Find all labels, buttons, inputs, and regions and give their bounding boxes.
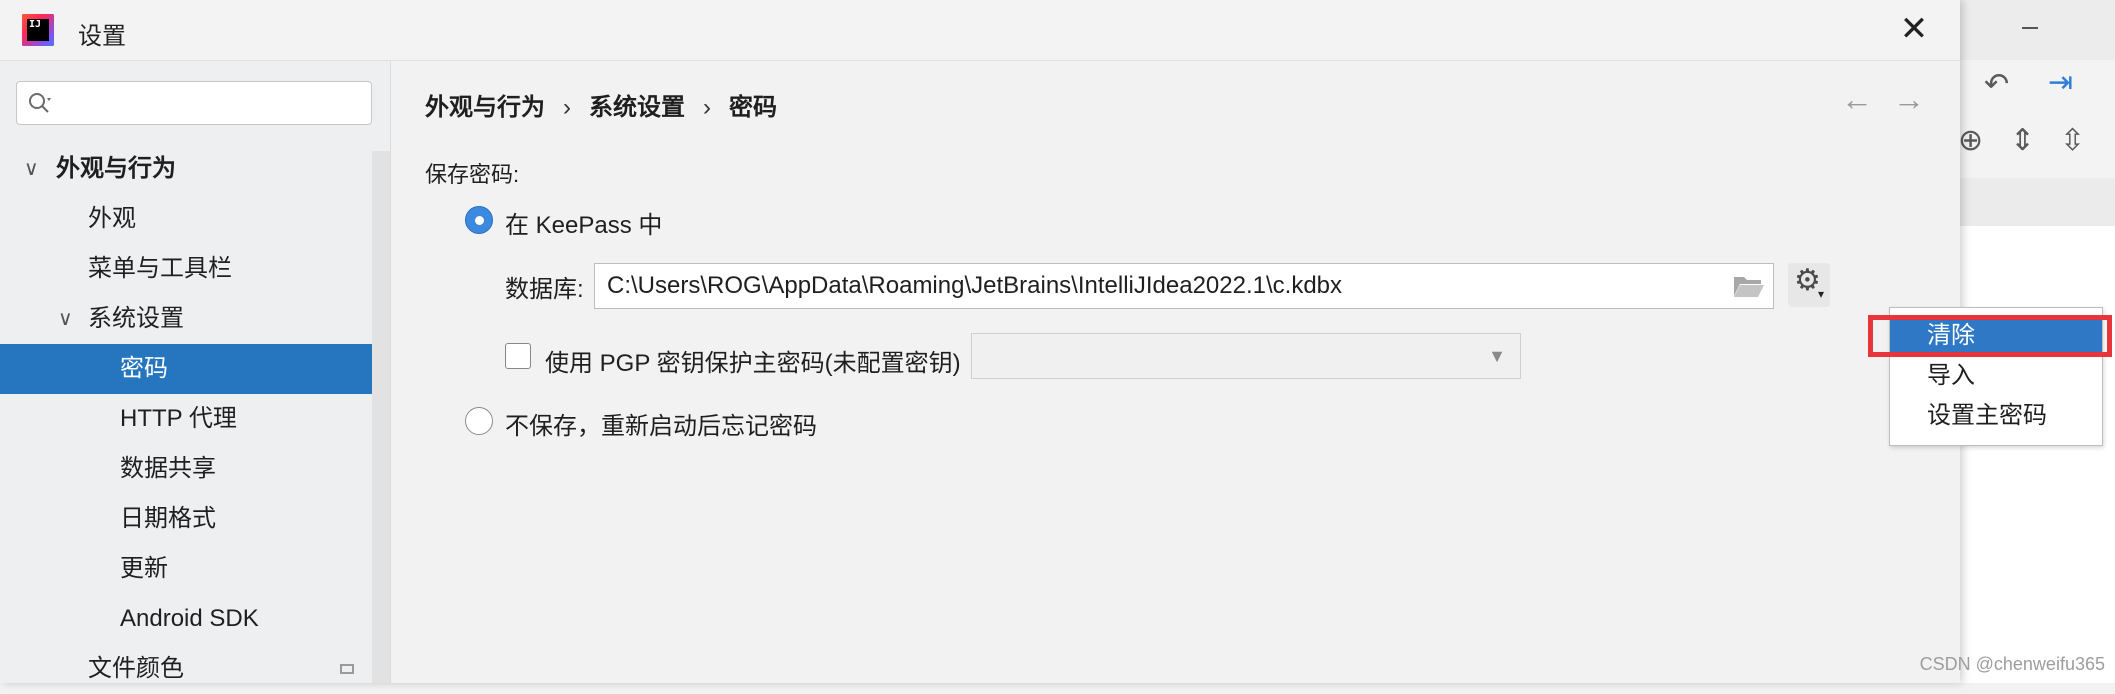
sidebar-item-label: HTTP 代理 bbox=[120, 405, 237, 432]
background-editor bbox=[1950, 226, 2115, 683]
close-button[interactable]: ✕ bbox=[1896, 12, 1932, 48]
menu-item-label: 导入 bbox=[1927, 362, 1975, 389]
search-icon bbox=[29, 93, 51, 113]
sidebar-item-http-proxy[interactable]: HTTP 代理 bbox=[0, 394, 390, 444]
sidebar-item-data-sharing[interactable]: 数据共享 bbox=[0, 444, 390, 494]
project-scope-icon bbox=[340, 664, 354, 674]
keepass-option-label[interactable]: 在 KeePass 中 bbox=[505, 205, 662, 240]
title-bar: IJ 设置 ✕ bbox=[0, 0, 1960, 61]
sidebar-item-appearance-behavior[interactable]: ∨ 外观与行为 bbox=[0, 144, 390, 194]
sidebar-scrollbar[interactable] bbox=[372, 151, 390, 683]
annotation-highlight-box bbox=[1868, 315, 2112, 357]
pgp-key-dropdown[interactable]: ▼ bbox=[971, 333, 1521, 379]
sidebar-item-label: 菜单与工具栏 bbox=[88, 255, 232, 282]
search-input[interactable] bbox=[61, 88, 365, 120]
background-tab-strip bbox=[1950, 178, 2115, 227]
settings-dialog: IJ 设置 ✕ ∨ 外观与行为 外观 菜单与工具栏 ∨ 系统设置 密码 HTTP… bbox=[0, 0, 1960, 683]
menu-item-set-master-password[interactable]: 设置主密码 bbox=[1890, 396, 2102, 436]
folder-icon[interactable] bbox=[1733, 274, 1765, 298]
pgp-checkbox[interactable] bbox=[505, 343, 531, 369]
sidebar-item-menus-toolbars[interactable]: 菜单与工具栏 bbox=[0, 244, 390, 294]
sidebar-item-label: 文件颜色 bbox=[88, 655, 184, 682]
sidebar-item-label: 密码 bbox=[120, 355, 168, 382]
target-icon[interactable]: ⊕ bbox=[1958, 126, 1983, 156]
pgp-option-label[interactable]: 使用 PGP 密钥保护主密码(未配置密钥) bbox=[545, 343, 961, 378]
minimize-icon[interactable] bbox=[2022, 27, 2038, 29]
database-path-field[interactable]: C:\Users\ROG\AppData\Roaming\JetBrains\I… bbox=[594, 263, 1774, 309]
background-title-bar bbox=[1950, 0, 2115, 60]
sidebar-item-label: Android SDK bbox=[120, 605, 259, 632]
save-passwords-label: 保存密码: bbox=[425, 162, 520, 187]
chevron-down-icon[interactable]: ∨ bbox=[24, 144, 39, 194]
gear-icon: ⚙ bbox=[1794, 264, 1821, 297]
sidebar-item-label: 数据共享 bbox=[120, 455, 216, 482]
intellij-logo-icon: IJ bbox=[22, 14, 54, 46]
gear-menu-button[interactable]: ⚙ ▾ bbox=[1788, 263, 1830, 307]
sidebar-item-label: 外观与行为 bbox=[56, 155, 176, 182]
sidebar-item-label: 系统设置 bbox=[88, 305, 184, 332]
menu-item-label: 设置主密码 bbox=[1927, 402, 2047, 429]
chevron-down-icon[interactable]: ∨ bbox=[58, 294, 73, 344]
menu-item-import[interactable]: 导入 bbox=[1890, 356, 2102, 396]
window-title: 设置 bbox=[78, 23, 126, 50]
keepass-radio[interactable] bbox=[465, 206, 493, 234]
expand-all-icon[interactable]: ⇕ bbox=[2010, 126, 2035, 156]
sidebar-item-date-formats[interactable]: 日期格式 bbox=[0, 494, 390, 544]
forward-arrow-icon[interactable]: → bbox=[1893, 83, 1925, 115]
chevron-down-icon: ▼ bbox=[1488, 346, 1506, 366]
database-label: 数据库: bbox=[505, 276, 584, 303]
back-arrow-icon[interactable]: ← bbox=[1841, 83, 1873, 115]
breadcrumb-item: 系统设置 bbox=[589, 94, 685, 121]
sidebar-item-label: 更新 bbox=[120, 555, 168, 582]
breadcrumb: 外观与行为 › 系统设置 › 密码 bbox=[425, 87, 777, 122]
collapse-all-icon[interactable]: ⇳ bbox=[2060, 126, 2085, 156]
search-field[interactable] bbox=[16, 81, 372, 125]
breadcrumb-item: 外观与行为 bbox=[425, 94, 545, 121]
sidebar-item-label: 外观 bbox=[88, 205, 136, 232]
do-not-save-option-label[interactable]: 不保存，重新启动后忘记密码 bbox=[505, 406, 817, 441]
breadcrumb-item-current: 密码 bbox=[729, 94, 777, 121]
sidebar-item-file-colors[interactable]: 文件颜色 bbox=[0, 644, 390, 694]
sidebar-item-passwords[interactable]: 密码 bbox=[0, 344, 390, 394]
sidebar-item-appearance[interactable]: 外观 bbox=[0, 194, 390, 244]
settings-sidebar: ∨ 外观与行为 外观 菜单与工具栏 ∨ 系统设置 密码 HTTP 代理 数据共享… bbox=[0, 61, 391, 683]
settings-content: 外观与行为 › 系统设置 › 密码 ← → 保存密码: 在 KeePass 中 数据库:… bbox=[391, 61, 1960, 683]
sidebar-item-system-settings[interactable]: ∨ 系统设置 bbox=[0, 294, 390, 344]
breadcrumb-separator: › bbox=[703, 94, 711, 121]
sidebar-item-android-sdk[interactable]: Android SDK bbox=[0, 594, 390, 644]
background-toolbar bbox=[1950, 60, 2115, 179]
merge-icon[interactable]: ⇥ bbox=[2048, 68, 2073, 98]
sidebar-item-updates[interactable]: 更新 bbox=[0, 544, 390, 594]
undo-icon[interactable]: ↶ bbox=[1984, 70, 2009, 100]
sidebar-item-label: 日期格式 bbox=[120, 505, 216, 532]
caret-down-icon: ▾ bbox=[1818, 287, 1825, 301]
watermark: CSDN @chenweifu365 bbox=[1919, 654, 2105, 674]
do-not-save-radio[interactable] bbox=[465, 407, 493, 435]
breadcrumb-separator: › bbox=[563, 94, 571, 121]
database-path-value[interactable]: C:\Users\ROG\AppData\Roaming\JetBrains\I… bbox=[607, 272, 1342, 300]
